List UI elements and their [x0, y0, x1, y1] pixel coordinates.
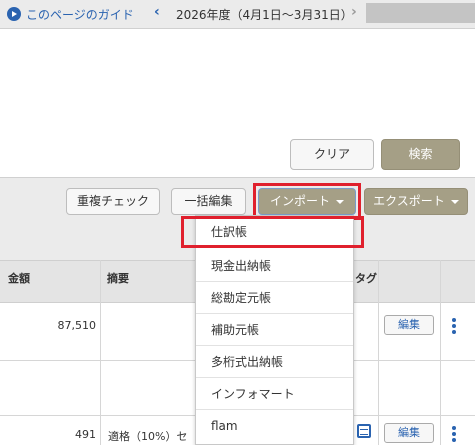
- play-circle-icon[interactable]: [7, 7, 21, 21]
- header-memo: 摘要: [107, 272, 129, 285]
- bulk-edit-label: 一括編集: [184, 194, 233, 208]
- column-divider: [440, 260, 441, 445]
- menu-item-multi-column-cash-book[interactable]: 多桁式出納帳: [196, 346, 353, 378]
- bulk-edit-button[interactable]: 一括編集: [171, 188, 246, 215]
- page-guide-link[interactable]: このページのガイド: [26, 6, 134, 23]
- row2-amount: 491: [75, 428, 96, 441]
- search-button[interactable]: 検索: [381, 139, 460, 170]
- row1-edit-button[interactable]: 編集: [384, 315, 434, 335]
- row1-amount: 87,510: [57, 319, 97, 332]
- menu-item-general-ledger[interactable]: 総勘定元帳: [196, 282, 353, 314]
- row2-more-icon[interactable]: [452, 426, 456, 442]
- caret-down-icon: [450, 199, 459, 204]
- import-dropdown-menu: 仕訳帳 現金出納帳 総勘定元帳 補助元帳 多桁式出納帳 インフォマート flam: [195, 215, 354, 445]
- document-icon[interactable]: [357, 424, 371, 438]
- chevron-right-icon[interactable]: ›: [351, 4, 357, 20]
- journal-highlight-box: [181, 216, 364, 248]
- duplicate-check-label: 重複チェック: [76, 194, 149, 208]
- menu-item-cash-book[interactable]: 現金出納帳: [196, 250, 353, 282]
- top-bar: このページのガイド ‹ 2026年度（4月1日〜3月31日） ›: [0, 0, 475, 28]
- export-button[interactable]: エクスポート: [364, 188, 468, 215]
- duplicate-check-button[interactable]: 重複チェック: [66, 188, 160, 215]
- export-label: エクスポート: [373, 194, 445, 208]
- fiscal-period: 2026年度（4月1日〜3月31日）: [176, 8, 353, 22]
- header-tag: タグ: [355, 272, 377, 285]
- column-divider: [378, 260, 379, 445]
- company-name-redacted: [366, 3, 475, 23]
- header-amount: 金額: [8, 272, 30, 285]
- row2-edit-button[interactable]: 編集: [384, 423, 434, 443]
- row1-more-icon[interactable]: [452, 318, 456, 334]
- clear-button[interactable]: クリア: [290, 139, 374, 170]
- menu-item-infomart[interactable]: インフォマート: [196, 378, 353, 410]
- column-divider: [100, 260, 101, 445]
- row2-memo: 適格（10%）セ: [108, 430, 188, 443]
- chevron-left-icon[interactable]: ‹: [154, 4, 160, 20]
- menu-item-flam[interactable]: flam: [196, 410, 353, 442]
- menu-item-sub-ledger[interactable]: 補助元帳: [196, 314, 353, 346]
